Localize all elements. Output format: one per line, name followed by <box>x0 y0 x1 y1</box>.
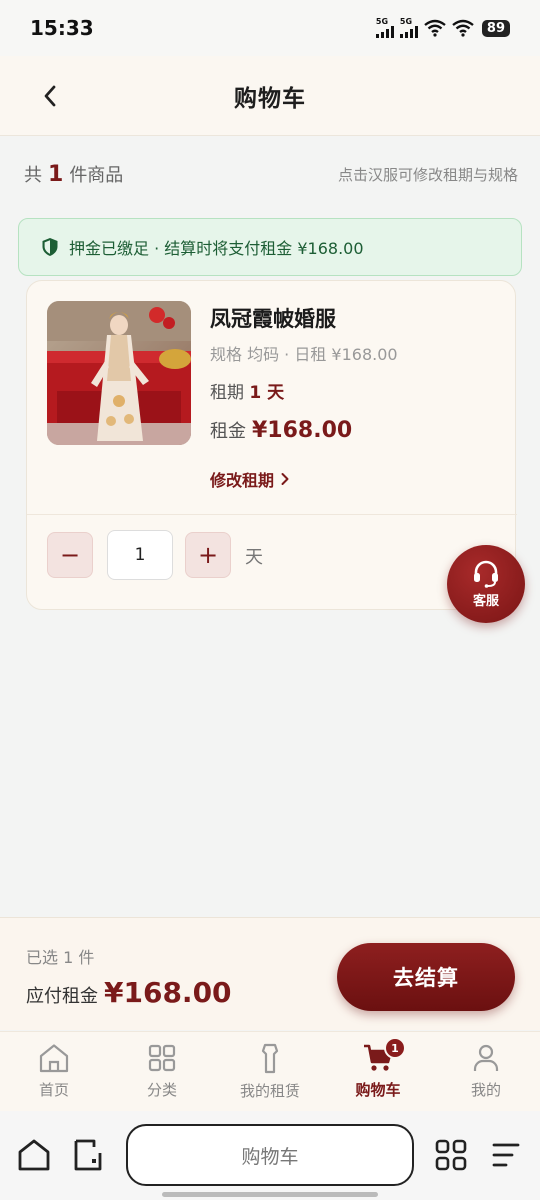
checkout-bar: 已选 1 件 应付租金 ¥168.00 去结算 <box>0 917 540 1030</box>
headset-icon <box>474 560 498 588</box>
checkout-button[interactable]: 去结算 <box>337 943 515 1011</box>
home-indicator <box>162 1192 378 1197</box>
back-button[interactable] <box>34 80 66 112</box>
battery-indicator: 89 <box>481 19 510 37</box>
status-time: 15:33 <box>30 16 94 40</box>
user-icon <box>473 1044 499 1071</box>
customer-service-button[interactable]: 客服 <box>447 545 525 623</box>
item-count-number: 1 <box>48 162 64 187</box>
edit-hint: 点击汉服可修改租期与规格 <box>337 165 518 184</box>
quantity-input[interactable] <box>107 530 173 580</box>
cellular-signal-icon-2: 5G <box>399 18 418 38</box>
rent-price: 租金 ¥168.00 <box>210 418 353 443</box>
page-header: 购物车 <box>0 56 540 136</box>
deposit-notice: 押金已缴足 · 结算时将支付租金 ¥168.00 <box>18 218 522 276</box>
deposit-notice-text: 押金已缴足 · 结算时将支付租金 ¥168.00 <box>69 239 364 258</box>
address-bar[interactable]: 购物车 <box>126 1124 414 1186</box>
quantity-unit: 天 <box>245 547 263 568</box>
chevron-right-icon <box>281 473 289 485</box>
tab-cart[interactable]: 1 购物车 <box>324 1032 432 1111</box>
home-outline-icon <box>18 1139 50 1171</box>
tab-mine[interactable]: 我的 <box>432 1032 540 1111</box>
apps-icon <box>435 1139 467 1171</box>
item-count: 共 1 件商品 <box>24 162 124 187</box>
product-name[interactable]: 凤冠霞帔婚服 <box>210 303 336 333</box>
browser-tabs-button[interactable] <box>70 1137 106 1173</box>
status-icons: 5G 5G 89 <box>375 18 510 38</box>
browser-home-button[interactable] <box>16 1137 52 1173</box>
decrease-button[interactable]: − <box>47 532 93 578</box>
selected-count: 已选 1 件 <box>26 948 95 967</box>
browser-apps-button[interactable] <box>433 1137 469 1173</box>
garment-icon <box>261 1043 279 1074</box>
increase-button[interactable]: + <box>185 532 231 578</box>
tab-home[interactable]: 首页 <box>0 1032 108 1111</box>
customer-service-label: 客服 <box>472 593 499 609</box>
tab-my-rentals[interactable]: 我的租赁 <box>216 1032 324 1111</box>
rent-price-value: ¥168.00 <box>252 418 353 443</box>
tabs-icon <box>74 1139 102 1171</box>
bottom-tab-bar: 首页 分类 我的租赁 1 购物车 我的 <box>0 1031 540 1111</box>
product-image[interactable] <box>47 301 191 445</box>
cart-summary: 共 1 件商品 点击汉服可修改租期与规格 <box>24 156 518 192</box>
rental-period-value: 1 天 <box>249 383 285 403</box>
payable-total: 应付租金 ¥168.00 <box>26 976 232 1009</box>
chevron-left-icon <box>44 85 56 107</box>
status-bar: 15:33 5G 5G 89 <box>0 0 540 56</box>
rental-period: 租期 1 天 <box>210 383 285 403</box>
payable-amount: ¥168.00 <box>104 976 232 1009</box>
card-divider <box>27 514 517 515</box>
cart-item-card[interactable]: 凤冠霞帔婚服 规格 均码 · 日租 ¥168.00 租期 1 天 租金 ¥168… <box>26 280 517 610</box>
product-spec: 规格 均码 · 日租 ¥168.00 <box>210 345 398 364</box>
page-title: 购物车 <box>234 85 306 112</box>
menu-icon <box>492 1143 520 1167</box>
cellular-signal-icon: 5G <box>375 18 394 38</box>
modify-period-link[interactable]: 修改租期 <box>210 467 290 491</box>
shield-icon <box>42 238 58 256</box>
cart-badge: 1 <box>384 1037 406 1059</box>
grid-icon <box>148 1044 176 1072</box>
tab-category[interactable]: 分类 <box>108 1032 216 1111</box>
browser-menu-button[interactable] <box>488 1137 524 1173</box>
wifi-icon <box>424 19 446 37</box>
home-icon <box>39 1044 69 1073</box>
browser-toolbar: 购物车 <box>0 1111 540 1200</box>
wifi-icon-2 <box>452 19 474 37</box>
